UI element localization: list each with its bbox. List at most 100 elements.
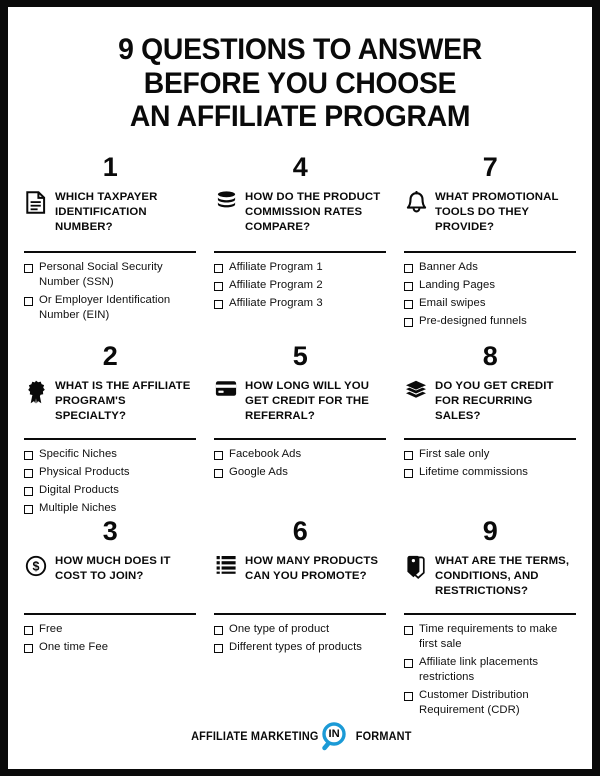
option-label: Email swipes [419, 297, 486, 310]
question-card-8: 8 DO YOU GET CREDIT FOR RECURRING SALES? F… [402, 340, 578, 518]
option-item[interactable]: Banner Ads [404, 260, 576, 275]
checkbox[interactable] [24, 263, 33, 273]
credit-card-icon [214, 378, 238, 406]
checkbox[interactable] [214, 625, 223, 635]
checkbox[interactable] [24, 486, 33, 496]
question-number: 5 [292, 340, 308, 371]
question-number: 3 [102, 515, 118, 546]
checkbox[interactable] [404, 317, 413, 327]
checkbox[interactable] [24, 643, 33, 653]
divider [214, 250, 386, 254]
divider [24, 612, 196, 616]
checkbox[interactable] [404, 625, 413, 635]
checkbox[interactable] [404, 691, 413, 701]
option-item[interactable]: Email swipes [404, 296, 576, 311]
option-item[interactable]: Specific Niches [24, 447, 196, 462]
award-ribbon-icon [24, 378, 48, 406]
option-item[interactable]: Different types of products [214, 640, 386, 655]
question-card-9: 9 WHAT ARE THE TERMS, CONDITIONS, AND RES… [402, 515, 578, 722]
option-item[interactable]: Or Employer Identification Number (EIN) [24, 293, 196, 323]
checkbox[interactable] [214, 450, 223, 460]
question-number: 9 [482, 515, 498, 546]
question-number: 8 [482, 340, 498, 371]
question-header: $ HOW MUCH DOES IT COST TO JOIN? [24, 553, 196, 607]
question-heading: WHAT PROMOTIONAL TOOLS DO THEY PROVIDE? [435, 190, 559, 233]
question-card-4: 4 HOW DO THE PRODUCT COMMISSION RATES COM… [212, 153, 388, 343]
option-label: Different types of products [229, 641, 363, 654]
option-item[interactable]: Facebook Ads [214, 447, 386, 462]
option-item[interactable]: Google Ads [214, 465, 386, 480]
title-line-3: AN AFFILIATE PROGRAM [129, 100, 471, 134]
checkbox[interactable] [24, 625, 33, 635]
svg-text:$: $ [33, 560, 40, 574]
question-card-1: 1 WHICH TAXPAYER IDENTIFICATION NUMBER? Pe… [22, 153, 198, 343]
checkbox[interactable] [24, 504, 33, 514]
page-title: 9 QUESTIONS TO ANSWER BEFORE YOU CHOOSE … [33, 33, 567, 134]
checkbox[interactable] [404, 658, 413, 668]
option-item[interactable]: Landing Pages [404, 278, 576, 293]
document-icon [24, 189, 48, 217]
divider [24, 250, 196, 254]
option-item[interactable]: One type of product [214, 622, 386, 637]
checkbox[interactable] [214, 281, 223, 291]
coin-stack-icon [214, 189, 238, 217]
option-label: Lifetime commissions [419, 466, 528, 479]
question-header: HOW LONG WILL YOU GET CREDIT FOR THE REF… [214, 378, 386, 432]
checkbox[interactable] [24, 468, 33, 478]
question-header: HOW MANY PRODUCTS CAN YOU PROMOTE? [214, 553, 386, 607]
option-label: Multiple Niches [39, 502, 117, 515]
infographic-poster: 9 QUESTIONS TO ANSWER BEFORE YOU CHOOSE … [0, 0, 600, 776]
title-line-2: BEFORE YOU CHOOSE [143, 66, 457, 100]
divider [214, 612, 386, 616]
option-item[interactable]: Personal Social Security Number (SSN) [24, 260, 196, 290]
checkbox[interactable] [404, 299, 413, 309]
option-list: Free One time Fee [24, 622, 196, 655]
option-item[interactable]: Affiliate Program 1 [214, 260, 386, 275]
logo-mark-text: IN [328, 728, 340, 741]
option-item[interactable]: Digital Products [24, 483, 196, 498]
option-label: Personal Social Security Number (SSN) [39, 261, 163, 289]
checkbox[interactable] [404, 468, 413, 478]
checkbox[interactable] [404, 281, 413, 291]
question-card-6: 6 HOW MANY PRODUCTS CAN YOU PROMOTE? One t… [212, 517, 388, 722]
option-item[interactable]: Customer Distribution Requirement (CDR) [404, 688, 576, 718]
divider [24, 437, 196, 441]
option-label: One time Fee [39, 641, 109, 654]
checkbox[interactable] [404, 263, 413, 273]
question-header: WHAT ARE THE TERMS, CONDITIONS, AND REST… [404, 553, 576, 607]
checkbox[interactable] [214, 263, 223, 273]
option-item[interactable]: Affiliate Program 3 [214, 296, 386, 311]
option-list: One type of product Different types of pr… [214, 622, 386, 655]
option-item[interactable]: Pre-designed funnels [404, 314, 576, 329]
option-item[interactable]: Physical Products [24, 465, 196, 480]
option-label: Affiliate Program 2 [229, 279, 323, 292]
checkbox[interactable] [24, 296, 33, 306]
question-header: DO YOU GET CREDIT FOR RECURRING SALES? [404, 378, 576, 432]
option-list: Time requirements to make first sale Affi… [404, 622, 576, 718]
option-label: Specific Niches [39, 448, 117, 461]
checkbox[interactable] [214, 643, 223, 653]
checkbox[interactable] [214, 468, 223, 478]
option-item[interactable]: Affiliate link placements restrictions [404, 655, 576, 685]
question-header: WHAT IS THE AFFILIATE PROGRAM'S SPECIALT… [24, 378, 196, 432]
option-item[interactable]: Free [24, 622, 196, 637]
option-item[interactable]: First sale only [404, 447, 576, 462]
option-label: Physical Products [39, 466, 130, 479]
option-item[interactable]: Time requirements to make first sale [404, 622, 576, 652]
question-card-5: 5 HOW LONG WILL YOU GET CREDIT FOR THE RE… [212, 340, 388, 518]
question-heading: HOW MANY PRODUCTS CAN YOU PROMOTE? [245, 554, 379, 582]
option-item[interactable]: Affiliate Program 2 [214, 278, 386, 293]
question-number: 7 [482, 151, 498, 182]
checkbox[interactable] [404, 450, 413, 460]
option-list: Affiliate Program 1 Affiliate Program 2 Af… [214, 260, 386, 311]
option-label: Free [39, 623, 63, 636]
logo-text-before: AFFILIATE MARKETING [190, 729, 319, 743]
option-label: Landing Pages [419, 279, 496, 292]
option-list: First sale only Lifetime commissions [404, 447, 576, 480]
option-item[interactable]: Multiple Niches [24, 501, 196, 516]
questions-grid: 1 WHICH TAXPAYER IDENTIFICATION NUMBER? Pe… [22, 151, 578, 722]
checkbox[interactable] [24, 450, 33, 460]
checkbox[interactable] [214, 299, 223, 309]
option-item[interactable]: Lifetime commissions [404, 465, 576, 480]
option-item[interactable]: One time Fee [24, 640, 196, 655]
